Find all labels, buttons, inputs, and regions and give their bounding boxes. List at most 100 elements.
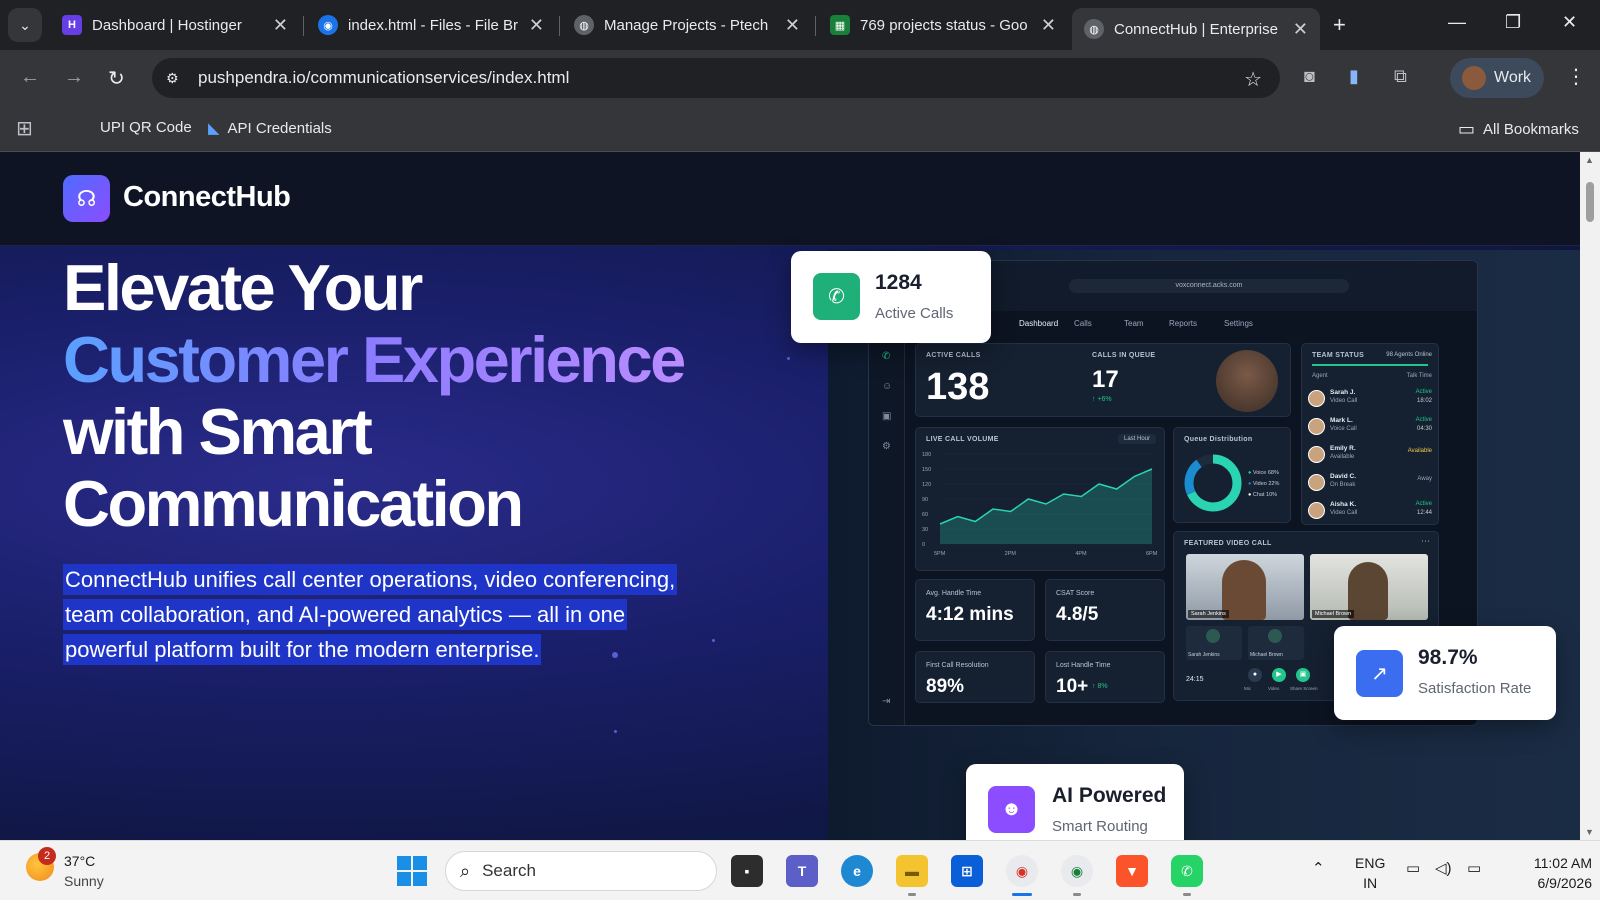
- chrome-icon[interactable]: ◉: [1006, 855, 1038, 887]
- address-bar[interactable]: ⚙ pushpendra.io/communicationservices/in…: [152, 58, 1280, 98]
- kpi-csat-score: CSAT Score 4.8/5: [1045, 579, 1165, 641]
- apps-grid-icon[interactable]: ⊞: [16, 116, 33, 141]
- profile-button[interactable]: Work: [1450, 58, 1544, 98]
- web-page: ☊ ConnectHub Elevate Your Customer Exper…: [0, 152, 1580, 840]
- browser-menu-icon[interactable]: ⋮: [1566, 64, 1586, 89]
- y-tick-label: 60: [922, 512, 928, 518]
- y-tick-label: 120: [922, 482, 931, 488]
- headset-icon[interactable]: ☊: [63, 175, 110, 222]
- bookmarks-bar: ⊞ UPI QR Code ◣ API Credentials ▭ All Bo…: [0, 106, 1600, 152]
- close-tab-icon[interactable]: ✕: [785, 15, 800, 36]
- battery-icon[interactable]: ▭: [1467, 859, 1481, 877]
- hero-heading: Elevate Your Customer Experience with Sm…: [63, 251, 686, 540]
- tab-connecthub[interactable]: ◍ ConnectHub | Enterprise ✕: [1072, 8, 1320, 50]
- kpi-avg-handle-time: Avg. Handle Time 4:12 mins: [915, 579, 1035, 641]
- taskbar-search[interactable]: ⌕ Search: [445, 851, 717, 891]
- teams-icon[interactable]: T: [786, 855, 818, 887]
- scrollbar-thumb[interactable]: [1586, 182, 1594, 222]
- active-calls-value: 138: [926, 366, 990, 408]
- y-tick-label: 180: [922, 452, 931, 458]
- y-tick-label: 0: [922, 542, 925, 548]
- n8n-icon: ◣: [208, 120, 220, 137]
- team-status-card: TEAM STATUS 98 Agents Online Agent Talk …: [1301, 343, 1439, 525]
- mic-icon: ●: [1248, 668, 1262, 682]
- agent-row: Mark L. Voice Call Active 04:30: [1308, 416, 1432, 440]
- back-button[interactable]: ←: [20, 66, 40, 89]
- video-icon: ▶: [1272, 668, 1286, 682]
- trend-chart-icon: ↗: [1356, 650, 1403, 697]
- store-icon[interactable]: ⊞: [951, 855, 983, 887]
- new-tab-button[interactable]: +: [1333, 12, 1346, 38]
- chrome-profile-icon[interactable]: ◉: [1061, 855, 1093, 887]
- close-window-button[interactable]: ✕: [1562, 12, 1577, 33]
- x-tick-label: 2PM: [1005, 551, 1017, 557]
- minimize-button[interactable]: —: [1448, 12, 1466, 33]
- system-clock[interactable]: 11:02 AM 6/9/2026: [1500, 853, 1592, 893]
- share-screen-icon: ▣: [1296, 668, 1310, 682]
- video-tile-michael: Michael Brown: [1310, 554, 1428, 620]
- call-volume-chart: 0 30 60 90 120 150 180 5PM 2PM 4PM 6PM: [922, 452, 1158, 557]
- camera-icon[interactable]: ◙: [1304, 66, 1315, 87]
- video-tile-sarah: Sarah Jenkins: [1186, 554, 1304, 620]
- tab-projects-status[interactable]: ▦ 769 projects status - Goo ✕: [818, 6, 1068, 44]
- weather-condition[interactable]: Sunny: [64, 873, 104, 889]
- close-tab-icon[interactable]: ✕: [529, 15, 544, 36]
- extensions-icon[interactable]: ⧉: [1394, 66, 1407, 87]
- file-browser-icon: ◉: [318, 15, 338, 35]
- dashboard-sidebar: ✆ ☺ ▣ ⚙ ⇥: [869, 341, 905, 725]
- globe-icon: ◍: [1084, 19, 1104, 39]
- x-tick-label: 6PM: [1146, 551, 1158, 557]
- search-icon: ⌕: [460, 860, 471, 881]
- queue-legend: ● Voice 68% ● Video 22% ● Chat 10%: [1248, 470, 1280, 498]
- globe-icon: ◍: [574, 15, 594, 35]
- brave-icon[interactable]: ▼: [1116, 855, 1148, 887]
- phone-icon: ✆: [882, 351, 891, 362]
- all-bookmarks-button[interactable]: ▭ All Bookmarks: [1458, 119, 1579, 140]
- agent-row: Emily R. Available Available: [1308, 444, 1432, 468]
- volume-icon[interactable]: ◁): [1435, 859, 1452, 877]
- tab-hostinger[interactable]: H Dashboard | Hostinger ✕: [50, 6, 300, 44]
- live-call-volume-card: LIVE CALL VOLUME Last Hour 0 30 60 90 120 150…: [915, 427, 1165, 571]
- whatsapp-icon[interactable]: ✆: [1171, 855, 1203, 887]
- language-indicator[interactable]: ENG IN: [1355, 853, 1385, 893]
- forward-button[interactable]: →: [64, 66, 84, 89]
- tab-search-button[interactable]: ⌄: [8, 8, 42, 42]
- bookmark-star-icon[interactable]: ☆: [1244, 67, 1262, 92]
- active-calls-card: ✆ 1284 Active Calls: [791, 251, 991, 343]
- hero-subtitle: ConnectHub unifies call center operation…: [63, 562, 703, 667]
- copy-extension-icon[interactable]: ▮: [1349, 66, 1359, 87]
- task-view-icon[interactable]: ▪: [731, 855, 763, 887]
- bookmark-api-credentials[interactable]: ◣ API Credentials: [208, 119, 332, 138]
- reload-button[interactable]: ↻: [108, 66, 125, 91]
- site-header: ☊ ConnectHub: [0, 152, 1580, 246]
- weather-temp[interactable]: 37°C: [64, 853, 95, 869]
- start-button[interactable]: [397, 856, 427, 886]
- browser-tab-strip: ⌄ H Dashboard | Hostinger ✕ ◉ index.html…: [0, 0, 1600, 50]
- show-hidden-icons[interactable]: ⌃: [1312, 859, 1325, 877]
- edge-icon[interactable]: e: [841, 855, 873, 887]
- page-scrollbar[interactable]: ▲ ▼: [1580, 152, 1600, 840]
- logout-icon: ⇥: [882, 696, 891, 707]
- site-info-icon[interactable]: ⚙: [166, 70, 190, 87]
- dash-nav-team: Team: [1124, 319, 1144, 328]
- tab-manage-projects[interactable]: ◍ Manage Projects - Ptech ✕: [562, 6, 812, 44]
- bookmark-upi-qr[interactable]: UPI QR Code: [100, 119, 192, 136]
- restore-button[interactable]: ❐: [1505, 12, 1521, 33]
- close-tab-icon[interactable]: ✕: [1041, 15, 1056, 36]
- url-text[interactable]: pushpendra.io/communicationservices/inde…: [198, 68, 569, 88]
- brand-name[interactable]: ConnectHub: [123, 181, 291, 214]
- browser-toolbar: ← → ↻ ⚙ pushpendra.io/communicationservi…: [0, 50, 1600, 106]
- agent-row: Sarah J. Video Call Active 18:02: [1308, 388, 1432, 412]
- file-explorer-icon[interactable]: ▬: [896, 855, 928, 887]
- tab-file-browser[interactable]: ◉ index.html - Files - File Br ✕: [306, 6, 556, 44]
- queue-donut: [1184, 454, 1242, 512]
- windows-taskbar: 2 37°C Sunny ⌕ Search ▪ T e ▬ ⊞ ◉ ◉ ▼ ✆ …: [0, 840, 1600, 900]
- close-tab-icon[interactable]: ✕: [273, 15, 288, 36]
- close-tab-icon[interactable]: ✕: [1293, 19, 1308, 40]
- avatar: [1462, 66, 1486, 90]
- dash-nav-calls: Calls: [1074, 319, 1092, 328]
- y-tick-label: 30: [922, 527, 928, 533]
- network-icon[interactable]: ▭: [1406, 859, 1420, 877]
- dash-nav-dashboard: Dashboard: [1019, 319, 1059, 328]
- sheets-icon: ▦: [830, 15, 850, 35]
